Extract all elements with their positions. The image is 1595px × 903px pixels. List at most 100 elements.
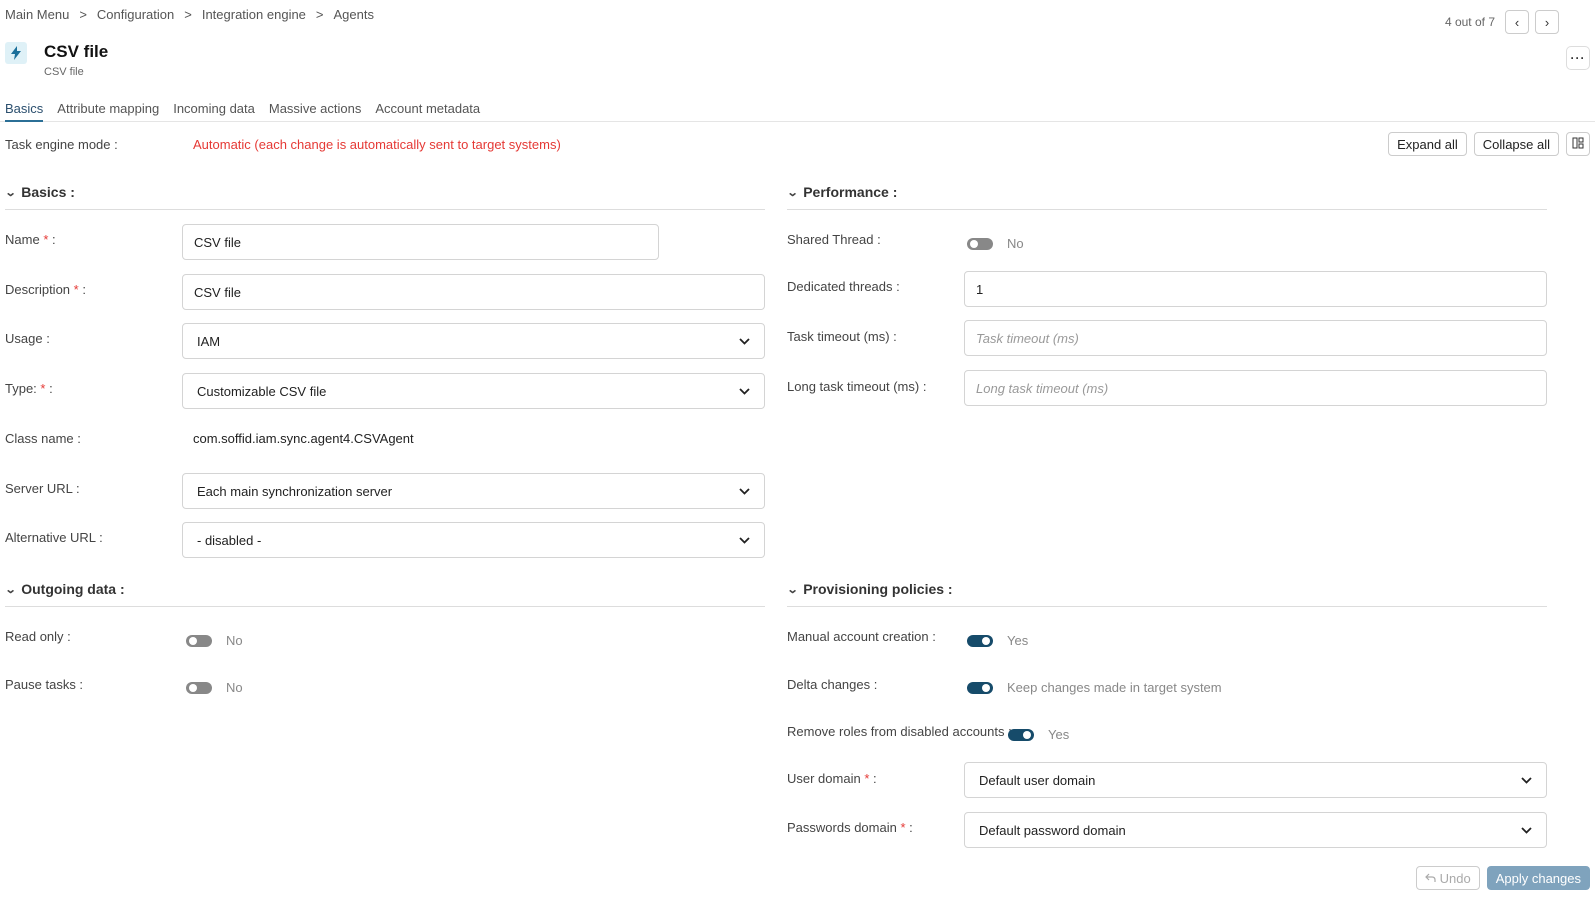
chevron-left-icon: ‹: [1514, 14, 1520, 30]
pause-tasks-label: Pause tasks :: [5, 677, 84, 692]
pause-tasks-value: No: [226, 680, 243, 695]
class-name-value: com.soffid.iam.sync.agent4.CSVAgent: [193, 431, 414, 446]
chevron-down-icon: [1521, 823, 1532, 837]
type-label: Type: * :: [5, 381, 53, 396]
chevron-down-icon: ⌄: [786, 583, 799, 596]
alternative-url-select[interactable]: - disabled -: [182, 522, 765, 558]
server-url-value: Each main synchronization server: [197, 483, 393, 499]
tab-massive-actions[interactable]: Massive actions: [269, 98, 361, 122]
alternative-url-label: Alternative URL :: [5, 530, 103, 545]
task-timeout-input[interactable]: Task timeout (ms): [964, 320, 1547, 356]
expand-all-button[interactable]: Expand all: [1388, 132, 1467, 156]
usage-value: IAM: [197, 333, 221, 349]
performance-section-header[interactable]: ⌄ Performance :: [786, 184, 898, 200]
dedicated-threads-label: Dedicated threads :: [787, 279, 900, 294]
delta-changes-toggle-wrap: Keep changes made in target system: [967, 680, 1222, 695]
performance-section-title: Performance :: [803, 184, 898, 200]
shared-thread-value: No: [1007, 236, 1024, 251]
divider: [787, 606, 1547, 607]
long-task-timeout-label: Long task timeout (ms) :: [787, 379, 927, 394]
chevron-down-icon: ⌄: [4, 186, 17, 199]
tab-basics[interactable]: Basics: [5, 98, 44, 122]
passwords-domain-value: Default password domain: [979, 822, 1126, 838]
lightning-icon: [5, 42, 27, 64]
outgoing-data-section-title: Outgoing data :: [21, 581, 125, 597]
provisioning-section-header[interactable]: ⌄ Provisioning policies :: [786, 581, 953, 597]
dedicated-threads-input[interactable]: 1: [964, 271, 1547, 307]
type-value: Customizable CSV file: [197, 383, 327, 399]
usage-select[interactable]: IAM: [182, 323, 765, 359]
remove-roles-value: Yes: [1048, 727, 1070, 742]
pause-tasks-toggle[interactable]: [186, 681, 212, 694]
remove-roles-toggle-wrap: Yes: [1008, 727, 1069, 742]
chevron-right-icon: ›: [1544, 14, 1550, 30]
class-name-label: Class name :: [5, 431, 81, 446]
remove-roles-toggle[interactable]: [1008, 728, 1034, 741]
usage-label: Usage :: [5, 331, 50, 346]
shared-thread-toggle[interactable]: [967, 237, 993, 250]
breadcrumb-main-menu[interactable]: Main Menu: [5, 7, 69, 22]
description-input[interactable]: CSV file: [182, 274, 765, 310]
apply-changes-button[interactable]: Apply changes: [1486, 866, 1590, 890]
tab-account-metadata[interactable]: Account metadata: [375, 98, 480, 122]
undo-button[interactable]: Undo: [1415, 866, 1480, 890]
delta-changes-value: Keep changes made in target system: [1007, 680, 1222, 695]
server-url-label: Server URL :: [5, 481, 80, 496]
read-only-toggle-wrap: No: [186, 633, 243, 648]
chevron-down-icon: [739, 384, 750, 398]
outgoing-data-section-header[interactable]: ⌄ Outgoing data :: [5, 581, 125, 597]
server-url-select[interactable]: Each main synchronization server: [182, 473, 765, 509]
footer-actions: Undo Apply changes: [1415, 866, 1590, 890]
divider: [787, 209, 1547, 210]
next-button[interactable]: ›: [1535, 10, 1559, 34]
tab-incoming-data[interactable]: Incoming data: [173, 98, 255, 122]
passwords-domain-label: Passwords domain * :: [787, 820, 913, 835]
read-only-toggle[interactable]: [186, 634, 212, 647]
pager-text: 4 out of 7: [1444, 15, 1495, 29]
manual-account-toggle-wrap: Yes: [967, 633, 1028, 648]
tab-attribute-mapping[interactable]: Attribute mapping: [57, 98, 159, 122]
provisioning-section-title: Provisioning policies :: [803, 581, 953, 597]
breadcrumb-integration-engine[interactable]: Integration engine: [202, 7, 306, 22]
previous-button[interactable]: ‹: [1505, 10, 1529, 34]
manual-account-value: Yes: [1007, 633, 1029, 648]
columns-icon: [1572, 137, 1584, 152]
name-input[interactable]: CSV file: [182, 224, 659, 260]
section-actions: Expand all Collapse all: [1388, 132, 1590, 156]
manual-account-toggle[interactable]: [967, 634, 993, 647]
page-subtitle: CSV file: [44, 66, 84, 78]
divider: [5, 209, 765, 210]
alternative-url-value: - disabled -: [197, 532, 262, 548]
breadcrumb-separator: >: [315, 7, 324, 22]
divider: [5, 606, 765, 607]
undo-icon: [1424, 871, 1436, 886]
pause-tasks-toggle-wrap: No: [186, 680, 243, 695]
pager: 4 out of 7 ‹ ›: [1445, 10, 1559, 34]
type-select[interactable]: Customizable CSV file: [182, 373, 765, 409]
more-icon: ···: [1570, 51, 1586, 65]
breadcrumb-configuration[interactable]: Configuration: [97, 7, 174, 22]
remove-roles-label: Remove roles from disabled accounts :: [787, 724, 1012, 739]
chevron-down-icon: [739, 484, 750, 498]
shared-thread-label: Shared Thread :: [787, 232, 881, 247]
chevron-down-icon: ⌄: [786, 186, 799, 199]
description-label: Description * :: [5, 282, 86, 297]
page-title: CSV file: [44, 42, 109, 61]
collapse-all-button[interactable]: Collapse all: [1473, 132, 1559, 156]
user-domain-label: User domain * :: [787, 771, 877, 786]
read-only-value: No: [226, 633, 243, 648]
layout-toggle-button[interactable]: [1566, 132, 1590, 156]
undo-label: Undo: [1439, 870, 1471, 886]
more-options-button[interactable]: ···: [1566, 46, 1590, 70]
passwords-domain-select[interactable]: Default password domain: [964, 812, 1547, 848]
long-task-timeout-input[interactable]: Long task timeout (ms): [964, 370, 1547, 406]
basics-section-header[interactable]: ⌄ Basics :: [4, 184, 75, 200]
tab-bar: Basics Attribute mapping Incoming data M…: [0, 98, 1595, 122]
chevron-down-icon: [1521, 773, 1532, 787]
task-timeout-label: Task timeout (ms) :: [787, 329, 897, 344]
user-domain-select[interactable]: Default user domain: [964, 762, 1547, 798]
delta-changes-toggle[interactable]: [967, 681, 993, 694]
chevron-down-icon: [739, 533, 750, 547]
breadcrumb: Main Menu > Configuration > Integration …: [5, 7, 374, 22]
breadcrumb-agents[interactable]: Agents: [334, 7, 374, 22]
